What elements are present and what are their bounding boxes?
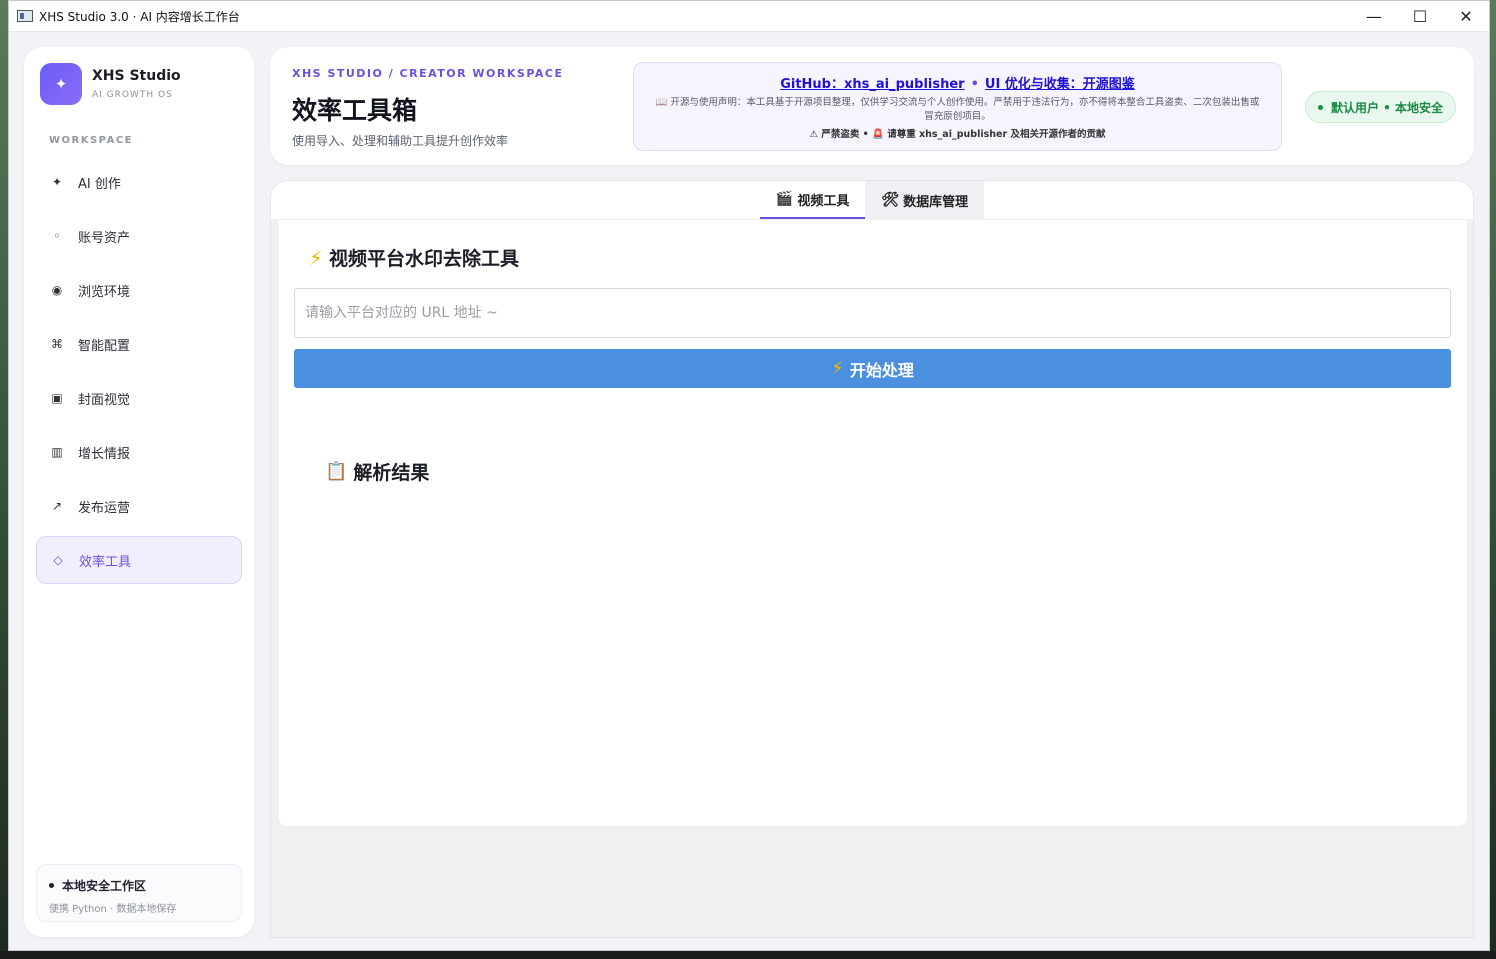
result-title-text: 解析结果 [353, 462, 430, 484]
sparkle-icon: ✦ [40, 63, 82, 105]
notice-box: GitHub：xhs_ai_publisher • UI 优化与收集：开源图鉴 📖 … [633, 62, 1282, 151]
sidebar-item-label: 封面视觉 [78, 392, 131, 408]
brand-name: XHS Studio [92, 68, 181, 84]
status-dot-icon [49, 883, 54, 888]
sparkle-icon: ✦ [51, 175, 63, 189]
tab-video-tools[interactable]: 🎬 视频工具 [759, 181, 866, 219]
desktop-taskbar-edge [0, 951, 1496, 959]
app-icon [17, 10, 33, 22]
sidebar-item-publish[interactable]: ↗ 发布运营 [36, 482, 242, 530]
start-button[interactable]: ⚡ 开始处理 [294, 349, 1451, 388]
sidebar-item-label: AI 创作 [78, 176, 121, 192]
sidebar-item-label: 浏览环境 [78, 284, 131, 300]
footer-title: 本地安全工作区 [62, 879, 147, 893]
sidebar-item-growth[interactable]: ▥ 增长情报 [36, 428, 242, 476]
link-separator: • [970, 77, 979, 92]
tab-label: 数据库管理 [903, 194, 969, 210]
diamond-icon: ◇ [53, 553, 63, 567]
clapperboard-icon: 🎬 [775, 191, 794, 207]
tab-label: 视频工具 [797, 193, 850, 209]
page-subtitle: 使用导入、处理和辅助工具提升创作效率 [292, 134, 509, 148]
circle-icon: ◉ [51, 283, 63, 297]
footer-subtitle: 便携 Python · 数据本地保存 [49, 904, 177, 915]
sidebar-item-browser[interactable]: ◉ 浏览环境 [36, 266, 242, 314]
sidebar-item-cover[interactable]: ▣ 封面视觉 [36, 374, 242, 422]
section-label: WORKSPACE [49, 135, 134, 146]
main-content: 🎬 视频工具 🛠 数据库管理 ⚡ 视频平台水印去除工具 ⚡ 开始处理 📋 解析结… [270, 180, 1474, 938]
tool-panel: ⚡ 视频平台水印去除工具 ⚡ 开始处理 📋 解析结果 [279, 220, 1467, 826]
dot-icon: ◦ [53, 229, 61, 243]
github-link[interactable]: GitHub：xhs_ai_publisher [780, 77, 964, 92]
ui-credit-link[interactable]: UI 优化与收集：开源图鉴 [985, 77, 1135, 92]
notice-description: 📖 开源与使用声明：本工具基于开源项目整理，仅供学习交流与个人创作使用。严禁用于… [655, 97, 1260, 122]
maximize-button[interactable]: ☐ [1397, 1, 1443, 31]
tools-icon: 🛠 [881, 192, 900, 208]
clipboard-icon: 📋 [325, 461, 348, 482]
window-controls: — ☐ ✕ [1351, 1, 1489, 31]
close-button[interactable]: ✕ [1443, 1, 1489, 31]
lightning-icon: ⚡ [309, 245, 324, 270]
bars-icon: ▥ [51, 445, 63, 459]
sidebar-item-ai-create[interactable]: ✦ AI 创作 [36, 158, 242, 206]
sidebar-nav: ✦ AI 创作 ◦ 账号资产 ◉ 浏览环境 ⌘ 智能配置 ▣ 封面视觉 ▥ 增长… [24, 158, 254, 584]
notice-warning: ⚠ 严禁盗卖 • 🚨 请尊重 xhs_ai_publisher 及相关开源作者的… [809, 129, 1106, 140]
arrow-up-right-icon: ↗ [51, 499, 63, 513]
sidebar-item-label: 发布运营 [78, 500, 131, 516]
command-icon: ⌘ [51, 337, 63, 351]
tab-database[interactable]: 🛠 数据库管理 [865, 181, 985, 219]
lightning-icon: ⚡ [831, 358, 844, 379]
square-icon: ▣ [51, 391, 63, 405]
sidebar-item-label: 增长情报 [78, 446, 131, 462]
sidebar-item-label: 账号资产 [78, 230, 131, 246]
app-window: XHS Studio 3.0 · AI 内容增长工作台 — ☐ ✕ ✦ XHS … [8, 0, 1490, 951]
panel-title-text: 视频平台水印去除工具 [329, 248, 520, 270]
result-title: 📋 解析结果 [325, 458, 429, 485]
start-button-label: 开始处理 [849, 360, 914, 380]
page-title: 效率工具箱 [292, 96, 418, 125]
brand: ✦ XHS Studio AI GROWTH OS [24, 47, 254, 121]
sidebar: ✦ XHS Studio AI GROWTH OS WORKSPACE ✦ AI… [24, 47, 254, 937]
sidebar-footer: 本地安全工作区 便携 Python · 数据本地保存 [36, 864, 242, 922]
url-input[interactable] [294, 288, 1451, 338]
status-dot-icon [1317, 104, 1323, 110]
page-header: XHS STUDIO / CREATOR WORKSPACE 效率工具箱 使用导… [270, 47, 1474, 165]
sidebar-item-tools[interactable]: ◇ 效率工具 [36, 536, 242, 584]
sidebar-item-label: 智能配置 [78, 338, 131, 354]
title-bar: XHS Studio 3.0 · AI 内容增长工作台 — ☐ ✕ [9, 1, 1489, 32]
sidebar-item-config[interactable]: ⌘ 智能配置 [36, 320, 242, 368]
minimize-button[interactable]: — [1351, 1, 1397, 31]
user-badge-label: 默认用户 • 本地安全 [1330, 100, 1443, 115]
status-badge: 默认用户 • 本地安全 [1304, 91, 1456, 123]
window-title: XHS Studio 3.0 · AI 内容增长工作台 [39, 9, 240, 24]
tab-bar: 🎬 视频工具 🛠 数据库管理 [271, 181, 1473, 219]
brand-subtitle: AI GROWTH OS [92, 90, 173, 100]
sidebar-item-accounts[interactable]: ◦ 账号资产 [36, 212, 242, 260]
panel-title: ⚡ 视频平台水印去除工具 [309, 244, 519, 271]
breadcrumb: XHS STUDIO / CREATOR WORKSPACE [292, 67, 564, 80]
sidebar-item-label: 效率工具 [79, 554, 132, 570]
